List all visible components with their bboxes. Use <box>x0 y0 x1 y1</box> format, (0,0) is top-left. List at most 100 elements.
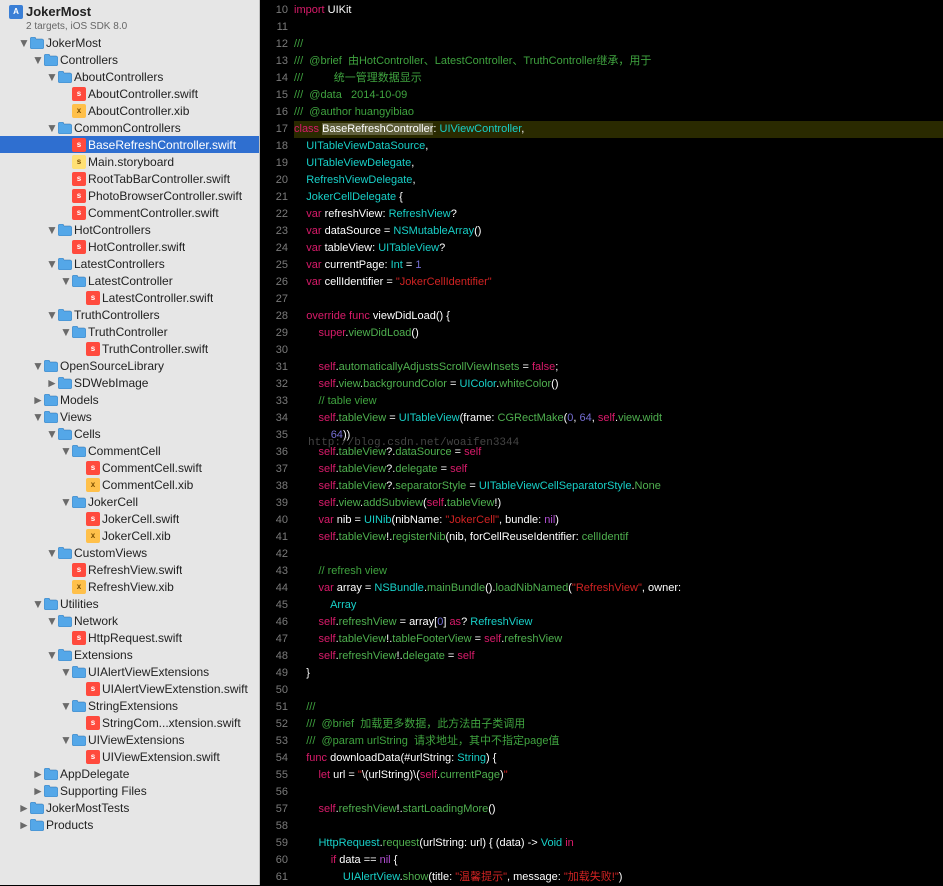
group-truthcontroller[interactable]: ▼TruthController <box>0 323 259 340</box>
group-commentcell[interactable]: ▼CommentCell <box>0 442 259 459</box>
code-line[interactable]: var array = NSBundle.mainBundle().loadNi… <box>294 580 943 597</box>
group-views[interactable]: ▼Views <box>0 408 259 425</box>
file-commentcell-xib[interactable]: xCommentCell.xib <box>0 476 259 493</box>
code-line[interactable] <box>294 291 943 308</box>
group-uialertviewextensions[interactable]: ▼UIAlertViewExtensions <box>0 663 259 680</box>
file-baserefreshcontroller-swift[interactable]: sBaseRefreshController.swift <box>0 136 259 153</box>
code-area[interactable]: import UIKit /// /// @brief 由HotController… <box>294 0 943 885</box>
disclosure-triangle-icon[interactable]: ► <box>18 818 28 832</box>
disclosure-triangle-icon[interactable]: ▼ <box>60 733 70 747</box>
file-truthcontroller-swift[interactable]: sTruthController.swift <box>0 340 259 357</box>
code-line[interactable]: var dataSource = NSMutableArray() <box>294 223 943 240</box>
disclosure-triangle-icon[interactable]: ▼ <box>60 274 70 288</box>
disclosure-triangle-icon[interactable]: ▼ <box>60 699 70 713</box>
group-products[interactable]: ►Products <box>0 816 259 833</box>
file-roottabbarcontroller-swift[interactable]: sRootTabBarController.swift <box>0 170 259 187</box>
file-latestcontroller-swift[interactable]: sLatestController.swift <box>0 289 259 306</box>
code-line[interactable]: if data == nil { <box>294 852 943 869</box>
file-uiviewextension-swift[interactable]: sUIViewExtension.swift <box>0 748 259 765</box>
code-line[interactable]: /// @author huangyibiao <box>294 104 943 121</box>
disclosure-triangle-icon[interactable]: ► <box>32 393 42 407</box>
disclosure-triangle-icon[interactable]: ▼ <box>46 121 56 135</box>
code-line[interactable]: self.refreshView = array[0] as? RefreshV… <box>294 614 943 631</box>
group-jokermosttests[interactable]: ►JokerMostTests <box>0 799 259 816</box>
code-line[interactable]: HttpRequest.request(urlString: url) { (d… <box>294 835 943 852</box>
code-line[interactable]: /// @param urlString 请求地址，其中不指定page值 <box>294 733 943 750</box>
disclosure-triangle-icon[interactable]: ▼ <box>46 308 56 322</box>
file-commentcontroller-swift[interactable]: sCommentController.swift <box>0 204 259 221</box>
disclosure-triangle-icon[interactable]: ► <box>46 376 56 390</box>
group-models[interactable]: ►Models <box>0 391 259 408</box>
file-aboutcontroller-swift[interactable]: sAboutController.swift <box>0 85 259 102</box>
code-line[interactable]: self.refreshView!.startLoadingMore() <box>294 801 943 818</box>
group-jokermost[interactable]: ▼JokerMost <box>0 34 259 51</box>
code-line[interactable]: var cellIdentifier = "JokerCellIdentifie… <box>294 274 943 291</box>
file-jokercell-swift[interactable]: sJokerCell.swift <box>0 510 259 527</box>
code-line[interactable]: self.tableView!.registerNib(nib, forCell… <box>294 529 943 546</box>
file-uialertviewextenstion-swift[interactable]: sUIAlertViewExtenstion.swift <box>0 680 259 697</box>
code-line[interactable]: /// <box>294 699 943 716</box>
group-supportingfiles[interactable]: ►Supporting Files <box>0 782 259 799</box>
code-line[interactable]: // refresh view <box>294 563 943 580</box>
group-customviews[interactable]: ▼CustomViews <box>0 544 259 561</box>
disclosure-triangle-icon[interactable]: ▼ <box>46 223 56 237</box>
code-line[interactable]: super.viewDidLoad() <box>294 325 943 342</box>
code-line[interactable]: self.tableView = UITableView(frame: CGRe… <box>294 410 943 427</box>
project-header[interactable]: A JokerMost <box>0 0 259 23</box>
file-aboutcontroller-xib[interactable]: xAboutController.xib <box>0 102 259 119</box>
code-editor[interactable]: 1011121314151617181920212223242526272829… <box>260 0 943 885</box>
disclosure-triangle-icon[interactable]: ▼ <box>32 410 42 424</box>
code-line[interactable]: var refreshView: RefreshView? <box>294 206 943 223</box>
code-line[interactable]: self.refreshView!.delegate = self <box>294 648 943 665</box>
file-photobrowsercontroller-swift[interactable]: sPhotoBrowserController.swift <box>0 187 259 204</box>
disclosure-triangle-icon[interactable]: ▼ <box>46 614 56 628</box>
disclosure-triangle-icon[interactable]: ► <box>32 784 42 798</box>
code-line[interactable]: self.tableView?.separatorStyle = UITable… <box>294 478 943 495</box>
disclosure-triangle-icon[interactable]: ▼ <box>46 546 56 560</box>
group-utilities[interactable]: ▼Utilities <box>0 595 259 612</box>
code-line[interactable]: var tableView: UITableView? <box>294 240 943 257</box>
group-stringextensions[interactable]: ▼StringExtensions <box>0 697 259 714</box>
code-line[interactable]: UITableViewDelegate, <box>294 155 943 172</box>
code-line[interactable]: func downloadData(#urlString: String) { <box>294 750 943 767</box>
code-line[interactable] <box>294 682 943 699</box>
file-refreshview-xib[interactable]: xRefreshView.xib <box>0 578 259 595</box>
group-jokercell[interactable]: ▼JokerCell <box>0 493 259 510</box>
group-aboutcontrollers[interactable]: ▼AboutControllers <box>0 68 259 85</box>
disclosure-triangle-icon[interactable]: ▼ <box>32 53 42 67</box>
code-line[interactable]: self.tableView!.tableFooterView = self.r… <box>294 631 943 648</box>
code-line[interactable]: self.view.addSubview(self.tableView!) <box>294 495 943 512</box>
code-line[interactable]: JokerCellDelegate { <box>294 189 943 206</box>
file-stringcomxtension-swift[interactable]: sStringCom...xtension.swift <box>0 714 259 731</box>
group-latestcontrollers[interactable]: ▼LatestControllers <box>0 255 259 272</box>
code-line[interactable]: UITableViewDataSource, <box>294 138 943 155</box>
code-line[interactable]: self.view.backgroundColor = UIColor.whit… <box>294 376 943 393</box>
file-httprequest-swift[interactable]: sHttpRequest.swift <box>0 629 259 646</box>
group-latestcontroller[interactable]: ▼LatestController <box>0 272 259 289</box>
disclosure-triangle-icon[interactable]: ▼ <box>46 257 56 271</box>
code-line[interactable]: let url = "\(urlString)\(self.currentPag… <box>294 767 943 784</box>
code-line[interactable]: RefreshViewDelegate, <box>294 172 943 189</box>
group-commoncontrollers[interactable]: ▼CommonControllers <box>0 119 259 136</box>
disclosure-triangle-icon[interactable]: ▼ <box>60 495 70 509</box>
code-line[interactable]: class BaseRefreshController: UIViewContr… <box>294 121 943 138</box>
code-line[interactable]: self.tableView?.dataSource = self <box>294 444 943 461</box>
disclosure-triangle-icon[interactable]: ▼ <box>46 70 56 84</box>
code-line[interactable]: /// @brief 由HotController、LatestControll… <box>294 53 943 70</box>
code-line[interactable]: /// @data 2014-10-09 <box>294 87 943 104</box>
code-line[interactable]: override func viewDidLoad() { <box>294 308 943 325</box>
disclosure-triangle-icon[interactable]: ▼ <box>60 444 70 458</box>
code-line[interactable] <box>294 546 943 563</box>
group-truthcontrollers[interactable]: ▼TruthControllers <box>0 306 259 323</box>
code-line[interactable] <box>294 342 943 359</box>
code-line[interactable]: self.tableView?.delegate = self <box>294 461 943 478</box>
disclosure-triangle-icon[interactable]: ▼ <box>60 665 70 679</box>
disclosure-triangle-icon[interactable]: ▼ <box>32 597 42 611</box>
file-hotcontroller-swift[interactable]: sHotController.swift <box>0 238 259 255</box>
code-line[interactable] <box>294 818 943 835</box>
code-line[interactable]: import UIKit <box>294 2 943 19</box>
group-extensions[interactable]: ▼Extensions <box>0 646 259 663</box>
group-appdelegate[interactable]: ►AppDelegate <box>0 765 259 782</box>
code-line[interactable]: 64)) <box>294 427 943 444</box>
file-jokercell-xib[interactable]: xJokerCell.xib <box>0 527 259 544</box>
